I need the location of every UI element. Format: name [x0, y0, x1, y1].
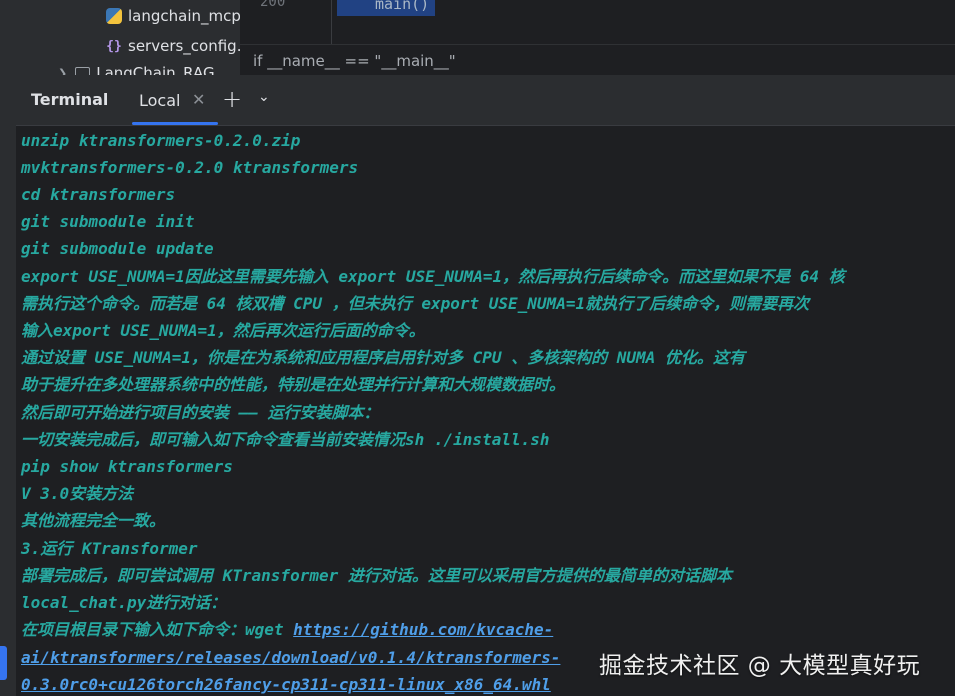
- folder-icon: [75, 66, 91, 75]
- selected-code[interactable]: main(): [337, 0, 435, 16]
- line-gutter: 200: [240, 0, 332, 44]
- terminal-header: Terminal Local ✕ + ⌄: [16, 75, 955, 126]
- terminal-line: pip show ktransformers: [21, 457, 233, 476]
- python-file-icon: [106, 8, 122, 24]
- terminal-line: 一切安装完成后，即可输入如下命令查看当前安装情况sh ./install.sh: [21, 430, 550, 449]
- terminal-line: unzip ktransformers-0.2.0.zip: [21, 131, 301, 150]
- terminal-line: V 3.0安装方法: [21, 484, 134, 503]
- terminal-line-with-link: 在项目根目录下输入如下命令：wget https://github.com/kv…: [21, 620, 553, 640]
- active-tab-indicator: [132, 122, 218, 125]
- terminal-line: mvktransformers-0.2.0 ktransformers: [21, 158, 359, 177]
- terminal-line: 通过设置 USE_NUMA=1，你是在为系统和应用程序启用针对多 CPU 、多核…: [21, 348, 745, 367]
- side-tool-indicator[interactable]: [0, 646, 7, 680]
- gutter-divider: [331, 0, 332, 44]
- chevron-down-icon[interactable]: ⌄: [258, 89, 270, 105]
- editor-area: langchain_mcp {} servers_config. ❯ LangC…: [0, 0, 955, 76]
- terminal-line: 3.运行 KTransformer: [21, 539, 198, 558]
- terminal-line: git submodule update: [21, 239, 214, 258]
- terminal-line: 其他流程完全一致。: [21, 511, 166, 530]
- tool-window-strip: [0, 0, 16, 696]
- download-link[interactable]: ai/ktransformers/releases/download/v0.1.…: [21, 648, 560, 667]
- close-icon[interactable]: ✕: [192, 90, 205, 109]
- terminal-line: git submodule init: [21, 212, 195, 231]
- terminal-line: 助于提升在多处理器系统中的性能，特别是在处理并行计算和大规模数据时。: [21, 375, 566, 394]
- terminal-line: cd ktransformers: [21, 185, 176, 204]
- terminal-text: 在项目根目录下输入如下命令：wget: [21, 620, 294, 639]
- add-tab-button[interactable]: +: [222, 85, 242, 113]
- terminal-line: 需执行这个命令。而若是 64 核双槽 CPU ，但未执行 export USE_…: [21, 294, 810, 313]
- breadcrumb-bar: if __name__ == "__main__": [240, 44, 955, 76]
- line-number: 200: [260, 0, 286, 10]
- project-tree[interactable]: langchain_mcp {} servers_config. ❯ LangC…: [16, 0, 240, 75]
- terminal-line: local_chat.py进行对话：: [21, 593, 227, 612]
- code-text: main(): [375, 0, 430, 13]
- terminal-line: 然后即可开始进行项目的安装 —— 运行安装脚本：: [21, 403, 380, 422]
- terminal-line: 输入export USE_NUMA=1，然后再次运行后面的命令。: [21, 321, 425, 340]
- terminal-line: ai/ktransformers/releases/download/v0.1.…: [21, 648, 560, 668]
- terminal-title: Terminal: [31, 90, 109, 109]
- json-file-icon: {}: [106, 38, 122, 54]
- download-link[interactable]: 0.3.0rc0+cu126torch26fancy-cp311-cp311-l…: [21, 675, 551, 694]
- chevron-right-icon[interactable]: ❯: [58, 67, 67, 76]
- tree-item-langchain-mcp[interactable]: langchain_mcp: [106, 3, 240, 29]
- tab-local[interactable]: Local ✕: [124, 75, 234, 125]
- tab-label: Local: [139, 91, 181, 110]
- tree-item-label: langchain_mcp: [128, 7, 240, 25]
- tree-item-label: LangChain_RAG: [96, 64, 215, 75]
- tree-item-langchain-rag[interactable]: ❯ LangChain_RAG: [58, 60, 215, 75]
- terminal-line: 0.3.0rc0+cu126torch26fancy-cp311-cp311-l…: [21, 675, 551, 695]
- watermark: 掘金技术社区 @ 大模型真好玩: [599, 653, 921, 679]
- terminal-output[interactable]: unzip ktransformers-0.2.0.zip mvktransfo…: [16, 126, 955, 696]
- terminal-line: export USE_NUMA=1因此这里需要先输入 export USE_NU…: [21, 267, 845, 286]
- terminal-line: 部署完成后，即可尝试调用 KTransformer 进行对话。这里可以采用官方提…: [21, 566, 732, 585]
- tree-item-servers-config[interactable]: {} servers_config.: [106, 33, 240, 59]
- breadcrumb[interactable]: if __name__ == "__main__": [253, 52, 456, 70]
- download-link[interactable]: https://github.com/kvcache-: [293, 620, 553, 639]
- tree-item-label: servers_config.: [128, 37, 240, 55]
